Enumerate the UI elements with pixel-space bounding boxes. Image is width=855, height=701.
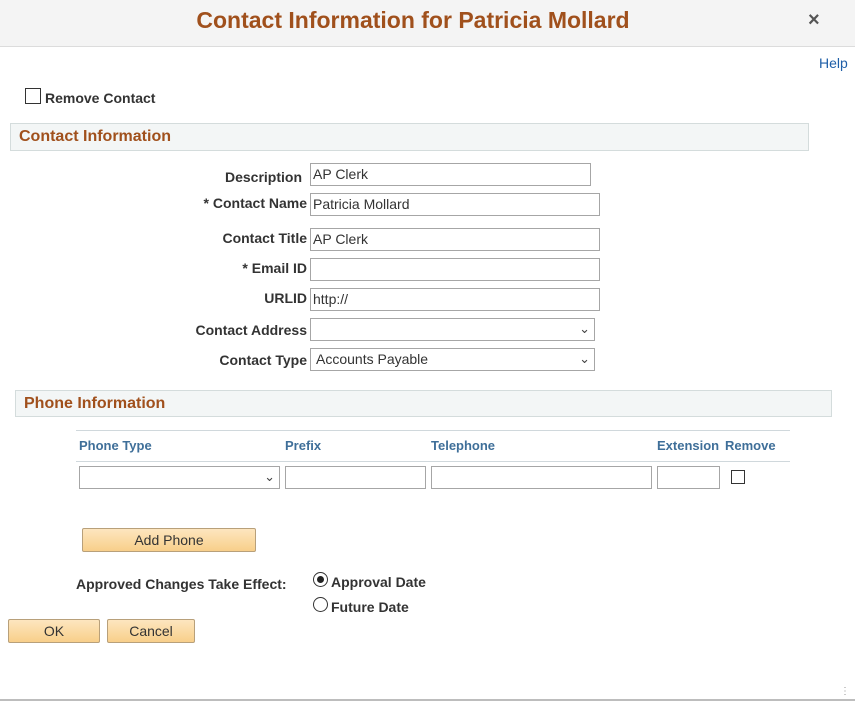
contact-name-label: * Contact Name xyxy=(203,195,307,211)
contact-title-field[interactable]: AP Clerk xyxy=(310,228,600,251)
col-prefix: Prefix xyxy=(285,438,322,453)
col-phone-type: Phone Type xyxy=(79,438,152,453)
cancel-button[interactable]: Cancel xyxy=(107,619,195,643)
close-icon[interactable]: × xyxy=(808,9,820,32)
email-id-field[interactable] xyxy=(310,258,600,281)
urlid-field[interactable]: http:// xyxy=(310,288,600,311)
urlid-label: URLID xyxy=(264,290,307,306)
contact-type-label: Contact Type xyxy=(219,352,307,368)
col-telephone: Telephone xyxy=(431,438,496,453)
remove-contact-label: Remove Contact xyxy=(45,90,156,106)
contact-title-label: Contact Title xyxy=(222,230,307,246)
future-date-label: Future Date xyxy=(331,599,409,615)
contact-information-title: Contact Information xyxy=(19,128,171,145)
ok-button[interactable]: OK xyxy=(8,619,100,643)
remove-contact-checkbox[interactable] xyxy=(25,88,41,104)
col-extension: Extension xyxy=(657,438,720,453)
phone-information-title: Phone Information xyxy=(24,395,166,412)
extension-field[interactable] xyxy=(657,466,720,489)
telephone-field[interactable] xyxy=(431,466,652,489)
chevron-down-icon: ⌄ xyxy=(579,321,590,336)
col-remove: Remove xyxy=(725,438,776,453)
description-label: Description xyxy=(224,169,302,185)
help-link[interactable]: Help xyxy=(819,55,848,71)
contact-type-select[interactable]: Accounts Payable ⌄ xyxy=(310,348,595,371)
approval-date-radio[interactable] xyxy=(313,572,328,587)
prefix-field[interactable] xyxy=(285,466,426,489)
effective-label: Approved Changes Take Effect: xyxy=(76,576,287,592)
approval-date-label: Approval Date xyxy=(331,574,426,590)
phone-type-select[interactable]: ⌄ xyxy=(79,466,280,489)
email-id-label: * Email ID xyxy=(242,260,307,276)
future-date-radio[interactable] xyxy=(313,597,328,612)
remove-phone-checkbox[interactable] xyxy=(731,470,745,484)
contact-address-select[interactable]: ⌄ xyxy=(310,318,595,341)
contact-name-field[interactable]: Patricia Mollard xyxy=(310,193,600,216)
add-phone-button[interactable]: Add Phone xyxy=(82,528,256,552)
description-field[interactable]: AP Clerk xyxy=(310,163,591,186)
chevron-down-icon: ⌄ xyxy=(264,469,275,484)
contact-type-value: Accounts Payable xyxy=(316,351,429,367)
resize-grip-icon[interactable]: ⋮ xyxy=(840,686,850,697)
dialog-title: Contact Information for Patricia Mollard xyxy=(196,7,630,33)
contact-address-label: Contact Address xyxy=(195,322,307,338)
chevron-down-icon: ⌄ xyxy=(579,351,590,366)
